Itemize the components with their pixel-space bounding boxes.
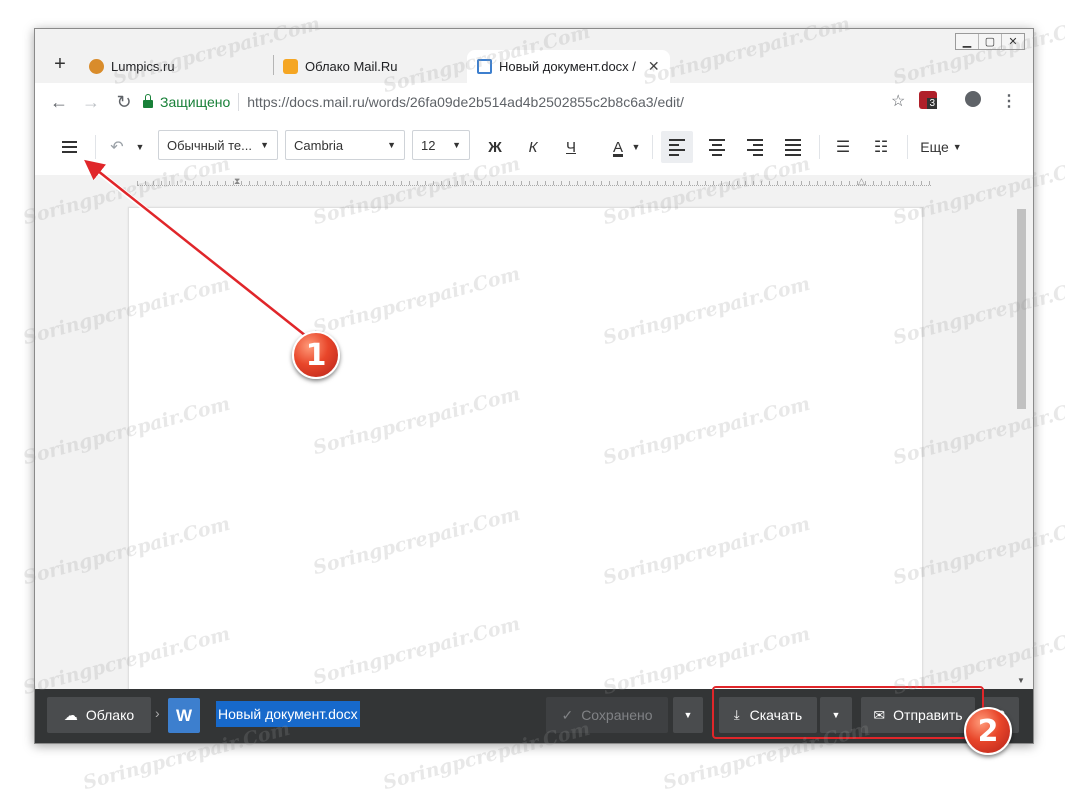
chevron-down-icon: ▼	[952, 142, 962, 152]
tab-label: Облако Mail.Ru	[305, 58, 398, 74]
toolbar-separator	[907, 135, 908, 159]
tab-separator	[273, 55, 274, 75]
more-label: Еще	[920, 139, 949, 155]
align-justify-icon	[785, 138, 801, 156]
font-size-select[interactable]: 12 ▼	[412, 130, 470, 160]
close-window-icon[interactable]: ✕	[1002, 34, 1024, 49]
more-button[interactable]: Еще ▼	[919, 131, 963, 163]
minimize-icon[interactable]: ▁	[956, 34, 979, 49]
lumpics-favicon-icon	[89, 58, 104, 74]
browser-window: ▁ ▢ ✕ + Lumpics.ru Облако Mail.Ru Новый …	[34, 28, 1034, 744]
paragraph-style-value: Обычный те...	[167, 137, 252, 153]
font-family-select[interactable]: Cambria ▼	[285, 130, 405, 160]
saved-status-button: ✓ Сохранено	[546, 697, 668, 733]
cloud-button-label: Облако	[85, 707, 135, 723]
editor-toolbar: ↶ ▼ Обычный те... ▼ Cambria ▼ 12 ▼ Ж К Ч…	[35, 121, 1033, 175]
indent-marker-left-icon[interactable]: ⧗	[234, 176, 240, 187]
tab-strip: ▁ ▢ ✕ + Lumpics.ru Облако Mail.Ru Новый …	[35, 29, 1033, 83]
omnibox-divider	[238, 93, 240, 111]
new-tab-button[interactable]: +	[49, 53, 71, 75]
indent-marker-right-icon[interactable]: △	[858, 176, 865, 187]
font-color-dropdown-icon[interactable]: ▼	[630, 131, 642, 163]
align-justify-button[interactable]	[777, 131, 809, 163]
align-left-button[interactable]	[661, 131, 693, 163]
ruler-scale	[137, 179, 931, 186]
extension-shield-icon[interactable]: 3	[919, 91, 937, 109]
align-center-icon	[709, 138, 725, 156]
align-left-icon	[669, 138, 685, 156]
align-center-button[interactable]	[701, 131, 733, 163]
window-controls: ▁ ▢ ✕	[955, 33, 1025, 50]
underline-button[interactable]: Ч	[559, 131, 583, 163]
scroll-down-icon[interactable]: ▼	[1017, 676, 1025, 685]
tab-label: Lumpics.ru	[111, 58, 175, 74]
chevron-down-icon: ▼	[387, 140, 396, 150]
secure-label: Защищено	[160, 94, 231, 110]
chevron-down-icon: ▼	[260, 140, 269, 150]
url-text: https://docs.mail.ru/words/26fa09de2b514…	[247, 94, 684, 110]
saved-label: Сохранено	[581, 707, 653, 723]
back-icon[interactable]: ←	[49, 92, 69, 113]
vertical-scrollbar[interactable]: ▼	[1015, 199, 1027, 685]
check-icon: ✓	[561, 706, 574, 723]
cloud-button[interactable]: ☁ Облако	[47, 697, 151, 733]
menu-kebab-icon[interactable]: ⋮	[1001, 91, 1017, 111]
tab-lumpics[interactable]: Lumpics.ru	[89, 52, 175, 80]
document-favicon-icon	[477, 59, 492, 74]
cloud-favicon-icon	[283, 58, 298, 74]
forward-icon[interactable]: →	[81, 92, 101, 113]
reload-icon[interactable]: ↻	[114, 92, 134, 113]
undo-dropdown-icon[interactable]: ▼	[133, 131, 147, 163]
toolbar-separator	[652, 135, 653, 159]
tab-label: Новый документ.docx /	[499, 59, 636, 74]
undo-icon[interactable]: ↶	[107, 131, 127, 163]
align-right-button[interactable]	[739, 131, 771, 163]
bullet-list-icon[interactable]: ☰	[829, 131, 857, 163]
align-right-icon	[747, 138, 763, 156]
toolbar-separator	[95, 135, 96, 159]
cloud-icon: ☁	[63, 706, 78, 723]
profile-icon[interactable]	[965, 91, 981, 107]
scrollbar-thumb[interactable]	[1017, 209, 1026, 409]
toolbar-separator	[819, 135, 820, 159]
font-family-value: Cambria	[294, 137, 344, 153]
paragraph-style-select[interactable]: Обычный те... ▼	[158, 130, 278, 160]
annotation-badge-2: 2	[964, 707, 1012, 755]
document-page[interactable]	[128, 207, 923, 694]
file-name-field[interactable]: Новый документ.docx	[216, 701, 360, 727]
address-row: ← → ↻ Защищено https://docs.mail.ru/word…	[35, 83, 1033, 122]
close-tab-icon[interactable]: ✕	[648, 58, 660, 75]
address-bar[interactable]: Защищено https://docs.mail.ru/words/26fa…	[143, 88, 843, 116]
ruler: ⧗ △	[35, 175, 1033, 189]
annotation-badge-1: 1	[292, 331, 340, 379]
breadcrumb-chevron-icon: ›	[155, 705, 160, 721]
highlight-frame	[712, 686, 984, 739]
tab-mail-cloud[interactable]: Облако Mail.Ru	[283, 52, 398, 80]
word-file-icon: W	[168, 698, 200, 733]
font-color-button[interactable]: A	[605, 131, 631, 163]
bold-button[interactable]: Ж	[483, 131, 507, 163]
extension-badge: 3	[927, 98, 937, 109]
chevron-down-icon: ▼	[452, 140, 461, 150]
hamburger-menu-icon[interactable]	[55, 131, 83, 163]
font-size-value: 12	[421, 137, 436, 153]
saved-dropdown-icon[interactable]: ▼	[673, 697, 703, 733]
italic-button[interactable]: К	[521, 131, 545, 163]
numbered-list-icon[interactable]: ☷	[867, 131, 895, 163]
tab-document[interactable]: Новый документ.docx / ✕	[467, 50, 670, 83]
document-workspace: ▼	[35, 189, 1033, 694]
maximize-icon[interactable]: ▢	[979, 34, 1002, 49]
lock-icon	[143, 94, 153, 108]
bookmark-star-icon[interactable]: ☆	[891, 91, 905, 111]
